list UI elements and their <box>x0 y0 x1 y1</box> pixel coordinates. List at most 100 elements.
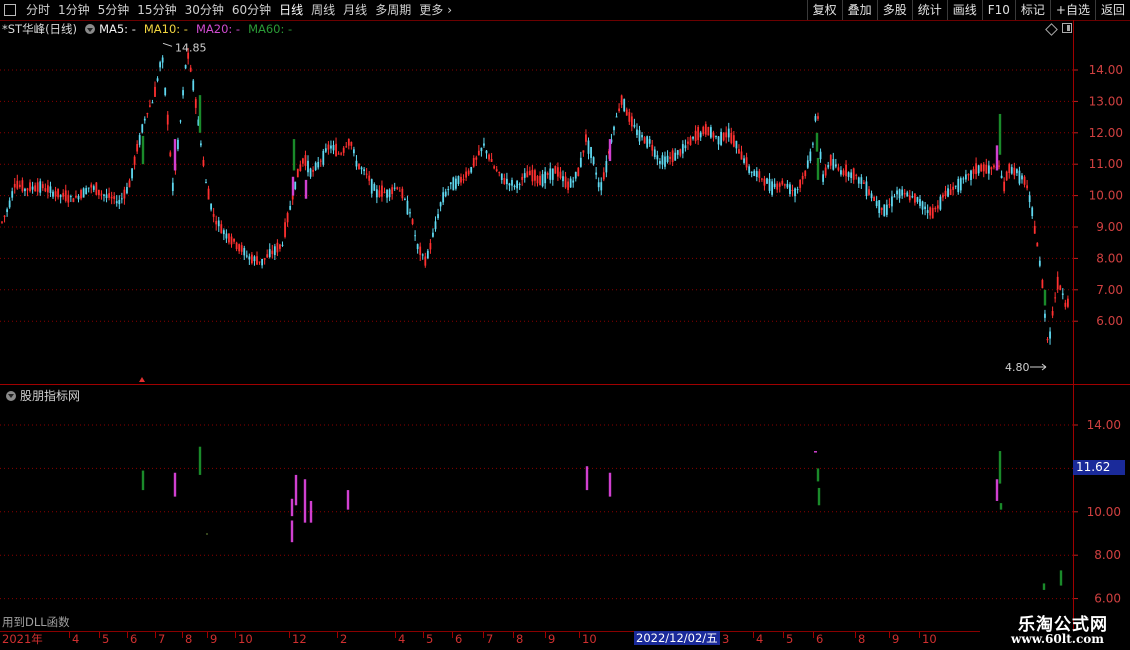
candle-body <box>801 175 804 180</box>
price-tick-label: 8.00 <box>1096 251 1123 265</box>
candle-body <box>381 185 383 197</box>
candle-body <box>49 186 52 193</box>
candle-body <box>340 153 343 155</box>
candle-body <box>829 154 832 166</box>
candle-body <box>47 185 49 193</box>
candle-body <box>819 151 822 160</box>
candle-body <box>11 191 14 198</box>
candle-body <box>1023 176 1026 185</box>
candle-body <box>809 151 812 161</box>
date-tick: 6 <box>812 632 824 646</box>
tab-8[interactable]: 月线 <box>339 0 371 20</box>
tab-10[interactable]: 更多 <box>415 0 447 20</box>
toolbar-button-5[interactable]: F10 <box>981 0 1015 20</box>
candle-body <box>778 183 781 187</box>
toolbar-button-8[interactable]: 返回 <box>1094 0 1130 20</box>
candle-body <box>921 201 924 210</box>
toolbar-button-4[interactable]: 画线 <box>946 0 982 20</box>
candle-body <box>228 233 230 243</box>
candle-body <box>105 194 108 199</box>
candle-body <box>286 213 289 223</box>
tab-5[interactable]: 60分钟 <box>228 0 275 20</box>
candle-body <box>488 154 490 160</box>
toolbar-button-1[interactable]: 叠加 <box>841 0 877 20</box>
candle-body <box>263 258 266 260</box>
candle-body <box>506 178 508 185</box>
toolbar-button-7[interactable]: +自选 <box>1049 0 1095 20</box>
candle-body <box>855 174 858 176</box>
candle-body <box>750 171 753 174</box>
candle-body <box>92 186 95 190</box>
candle-body <box>1005 171 1008 181</box>
candle-body <box>87 187 90 189</box>
candle-body <box>1056 276 1059 290</box>
candle-body <box>727 128 730 138</box>
candle-body <box>863 182 865 184</box>
main-signal-bar <box>998 113 1002 155</box>
candle-body <box>531 169 534 182</box>
candle-body <box>929 207 932 216</box>
tab-3[interactable]: 15分钟 <box>133 0 180 20</box>
candle-body <box>113 196 116 199</box>
candle-body <box>345 146 348 148</box>
candle-body <box>90 184 93 188</box>
candle-body <box>281 244 284 246</box>
tab-4[interactable]: 30分钟 <box>181 0 228 20</box>
candle-body <box>222 230 225 235</box>
indicator-bar <box>346 490 350 510</box>
tab-6[interactable]: 日线 <box>275 0 307 20</box>
more-chevron-icon[interactable]: › <box>447 0 452 20</box>
candle-body <box>735 140 738 149</box>
toolbar-button-0[interactable]: 复权 <box>806 0 842 20</box>
tab-1[interactable]: 1分钟 <box>54 0 94 20</box>
candle-body <box>205 182 207 184</box>
candle-body <box>954 185 957 187</box>
tab-0[interactable]: 分时 <box>22 0 54 20</box>
date-tick: 8 <box>181 632 193 646</box>
toolbar-button-2[interactable]: 多股 <box>876 0 912 20</box>
candle-body <box>551 168 554 180</box>
tab-2[interactable]: 5分钟 <box>94 0 134 20</box>
kline-chart[interactable]: 14.00 13.00 12.00 11.00 10.00 9.00 8.00 7.00 6.0… <box>0 20 1130 631</box>
candle-body <box>605 161 608 173</box>
signal-marker-icon <box>139 377 145 382</box>
candle-body <box>460 176 462 183</box>
candle-body <box>817 116 819 119</box>
candle-body <box>806 160 809 168</box>
candle-body <box>554 166 557 174</box>
toolbar-button-3[interactable]: 统计 <box>911 0 947 20</box>
candle-body <box>582 150 585 153</box>
candle-body <box>789 184 791 194</box>
candle-body <box>115 201 118 204</box>
candle-body <box>725 132 728 138</box>
candle-body <box>776 183 779 190</box>
candle-body <box>248 256 251 260</box>
candle-body <box>931 207 934 219</box>
candle-body <box>827 164 830 168</box>
candle-body <box>103 194 105 196</box>
candle-body <box>840 170 842 175</box>
candle-body <box>230 236 233 245</box>
indicator-menu-icon-2[interactable] <box>6 390 16 401</box>
candle-body <box>947 188 949 197</box>
candle-body <box>944 190 947 196</box>
toolbar-button-6[interactable]: 标记 <box>1014 0 1050 20</box>
candle-body <box>893 196 896 198</box>
candle-body <box>513 185 516 188</box>
candle-body <box>416 244 419 250</box>
candle-body <box>745 157 748 168</box>
window-menu-icon[interactable] <box>4 4 16 16</box>
candle-body <box>202 160 205 166</box>
candle-body <box>312 169 314 172</box>
candle-body <box>452 177 455 191</box>
candle-body <box>880 207 883 210</box>
price-tick-label: 14.00 <box>1089 63 1123 77</box>
candle-body <box>773 183 776 188</box>
tab-9[interactable]: 多周期 <box>371 0 415 20</box>
tab-7[interactable]: 周线 <box>307 0 339 20</box>
candle-body <box>375 189 378 198</box>
candle-body <box>179 120 182 122</box>
candle-body <box>523 173 526 178</box>
date-cursor-label: 2022/12/02/五 <box>634 631 720 645</box>
indicator-bar <box>1042 583 1046 590</box>
